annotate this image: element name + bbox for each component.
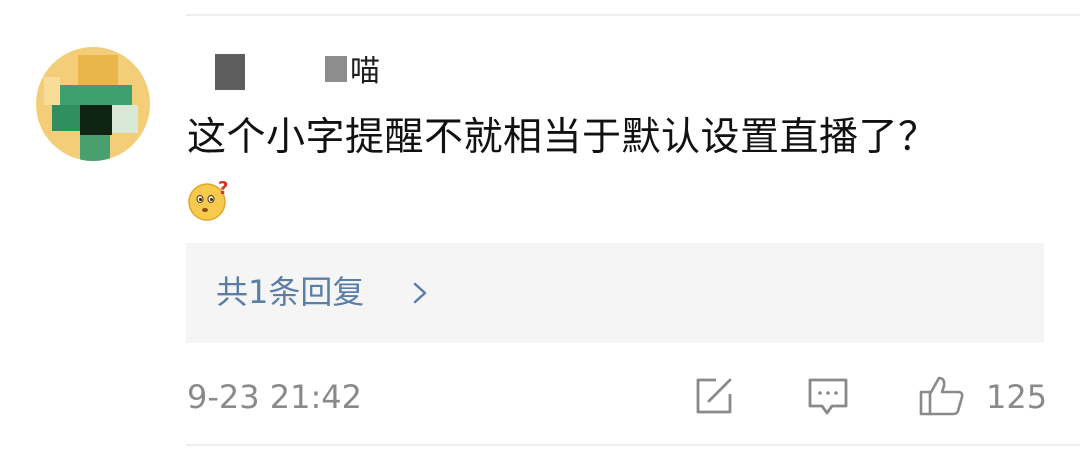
username-obscured	[215, 54, 245, 90]
avatar[interactable]	[36, 47, 150, 161]
top-divider	[186, 14, 1080, 16]
like-count: 125	[986, 378, 1048, 416]
chevron-right-icon[interactable]	[410, 281, 430, 305]
comment-text: 这个小字提醒不就相当于默认设置直播了？	[187, 115, 938, 160]
comment-timestamp: 9-23 21:42	[187, 378, 363, 416]
svg-text:?: ?	[218, 178, 228, 199]
username-obscured	[325, 56, 347, 82]
share-icon[interactable]	[692, 374, 736, 418]
confused-face-icon: ?	[188, 178, 228, 221]
bottom-divider	[186, 444, 1080, 446]
view-replies-link[interactable]: 共1条回复	[216, 269, 364, 315]
username-text[interactable]: 喵	[350, 52, 380, 92]
replies-panel[interactable]: 共1条回复	[186, 243, 1044, 343]
comment-icon[interactable]	[806, 374, 850, 418]
thumbs-up-icon[interactable]	[918, 374, 966, 418]
